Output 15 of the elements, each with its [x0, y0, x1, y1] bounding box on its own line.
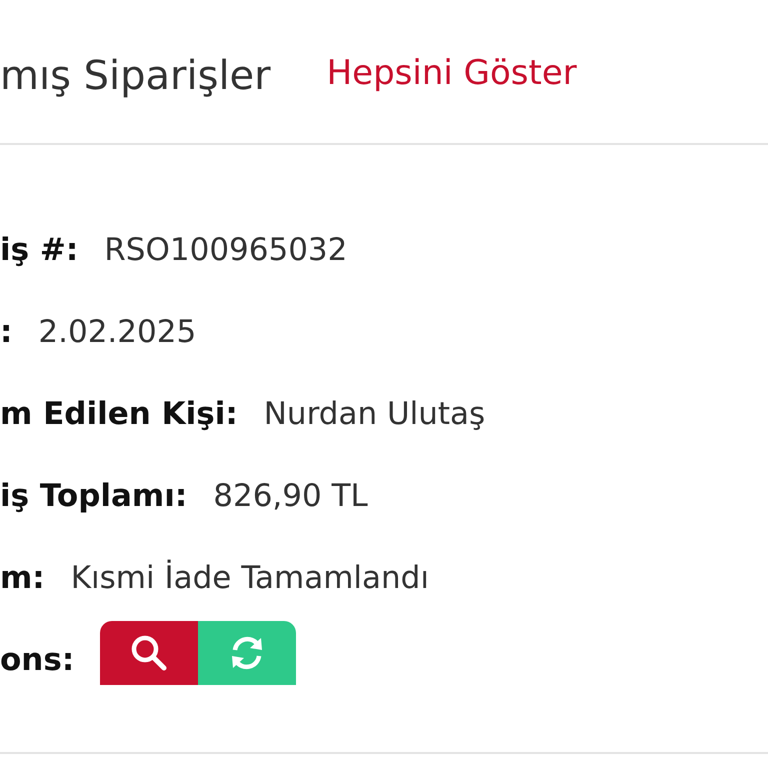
section-title: mış Siparişler: [0, 56, 271, 96]
search-icon: [130, 634, 168, 672]
field-value: 826,90 TL: [213, 477, 368, 516]
search-button[interactable]: [100, 621, 198, 685]
field-label: iş Toplamı:: [0, 477, 188, 516]
show-all-link[interactable]: Hepsini Göster: [326, 56, 577, 90]
field-label: :: [0, 313, 12, 352]
field-value: Kısmi İade Tamamlandı: [70, 558, 429, 598]
field-label: iş #:: [0, 231, 78, 270]
field-label: ons:: [0, 641, 74, 680]
field-value: Nurdan Ulutaş: [264, 395, 486, 434]
field-value: 2.02.2025: [38, 313, 196, 352]
field-label: m Edilen Kişi:: [0, 395, 238, 434]
field-value: RSO100965032: [104, 231, 348, 270]
field-label: m:: [0, 559, 45, 598]
